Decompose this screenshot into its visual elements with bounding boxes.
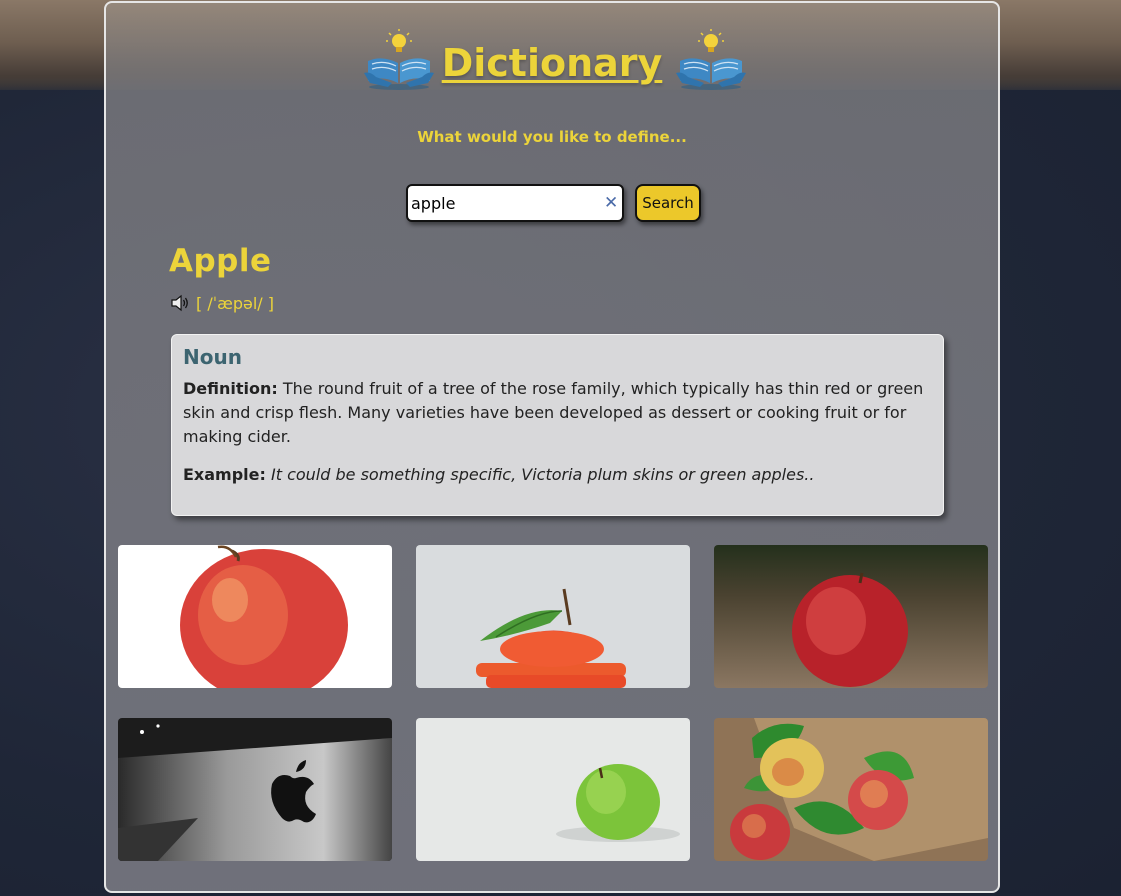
apple-photo-6 [714,718,988,861]
search-prompt: What would you like to define... [417,128,687,146]
phonetic-text: [ /ˈæpəl/ ] [196,293,274,313]
definition-label: Definition: [183,379,278,398]
result-word: Apple [169,243,272,279]
apple-photo-3 [714,545,988,688]
definition: Definition: The round fruit of a tree of… [183,377,932,449]
app-title[interactable]: Dictionary [106,41,998,85]
header: Dictionary [106,17,998,97]
example-text: It could be something specific, Victoria… [271,465,815,484]
apple-photo-1 [118,545,392,688]
example-label: Example: [183,465,266,484]
apple-photo-2 [416,545,690,688]
main-panel: Dictionary What would you like to define… [104,1,1000,893]
search-input[interactable] [411,193,591,213]
apple-photo-4 [118,718,392,861]
part-of-speech: Noun [183,345,242,369]
search-input-box[interactable]: ✕ [406,184,624,222]
book-lightbulb-logo-icon [676,29,746,90]
close-icon[interactable]: ✕ [604,195,618,212]
search-button[interactable]: Search [635,184,701,222]
definition-text: The round fruit of a tree of the rose fa… [183,379,924,446]
definition-card: Noun Definition: The round fruit of a tr… [171,334,944,516]
apple-photo-5 [416,718,690,861]
speaker-icon[interactable] [170,294,190,312]
example: Example: It could be something specific,… [183,465,932,484]
phonetic-row: [ /ˈæpəl/ ] [170,292,274,314]
